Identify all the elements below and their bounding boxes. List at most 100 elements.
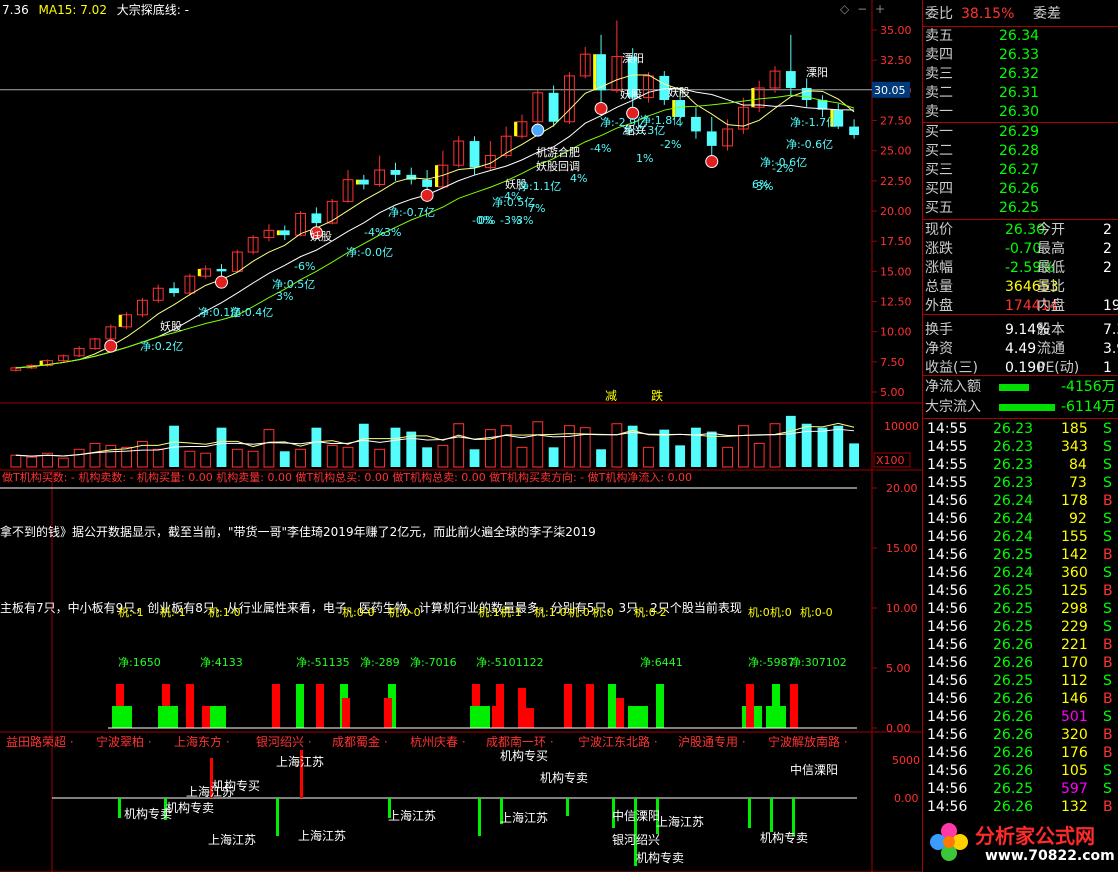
candle-body	[422, 179, 432, 187]
tick-direction: B	[1103, 493, 1113, 509]
price-annotation: -4%	[500, 190, 521, 203]
yellow-marker	[514, 121, 518, 137]
bottom-tick-label: 0.00	[894, 792, 919, 805]
tick-volume: 343	[1061, 439, 1088, 455]
sell-label: 卖三	[925, 66, 953, 82]
chart-canvas[interactable]: 35.0032.5030.0027.5025.0022.5020.0017.50…	[0, 0, 922, 872]
tick-row: 14:56 26.25 298 S	[923, 600, 1118, 619]
stat-value-2: 2	[1103, 260, 1112, 276]
bottom-bar	[276, 798, 279, 836]
sell-price: 26.34	[999, 28, 1040, 44]
plus-icon[interactable]: +	[875, 2, 885, 16]
jigou-label: 机:0-0	[342, 605, 375, 619]
tick-price: 26.26	[993, 727, 1034, 743]
volume-bar	[295, 448, 306, 468]
price-annotation: -3%	[380, 226, 401, 239]
price-annotation: -4%	[590, 142, 611, 155]
price-tick-label: 35.00	[880, 24, 912, 37]
price-annotation: 净:0.5亿	[272, 277, 315, 291]
minus-icon[interactable]: −	[857, 2, 867, 16]
indicator-bar	[158, 706, 178, 728]
signal-dot	[594, 101, 608, 115]
yellow-marker	[118, 314, 122, 327]
volume-bar	[216, 427, 227, 467]
panel-divider	[923, 375, 1118, 376]
tick-volume: 501	[1061, 709, 1088, 725]
stat-label: 涨幅	[925, 260, 953, 276]
net-label: 净:-5987	[748, 655, 795, 669]
jigou-label: 机:0	[770, 605, 792, 619]
volume-bar	[484, 429, 496, 468]
tick-row: 14:56 26.24 360 S	[923, 564, 1118, 583]
indicator-bar	[112, 706, 132, 728]
chart-controls: ◇ − +	[840, 2, 885, 16]
price-annotation: 妖股	[620, 87, 642, 101]
stat-row: 涨跌 -0.70 最高 2	[923, 240, 1118, 259]
volume-bar	[200, 452, 212, 468]
price-annotation: 净:0.2亿	[140, 339, 183, 353]
volume-bar	[152, 448, 164, 468]
price-tick-label: 15.00	[880, 265, 912, 278]
bottom-tick-label: 5000	[892, 754, 920, 767]
diamond-icon[interactable]: ◇	[840, 2, 849, 16]
volume-bar	[326, 444, 338, 468]
tick-row: 14:56 26.25 142 B	[923, 546, 1118, 565]
volume-bar	[817, 427, 828, 467]
tick-time: 14:56	[927, 763, 968, 779]
tick-price: 26.24	[993, 565, 1034, 581]
bottom-annotation: 上海江苏	[500, 810, 548, 825]
price-annotation: 绍兴	[624, 123, 646, 137]
volume-bar	[231, 448, 243, 468]
price-annotation: -2%	[772, 162, 793, 175]
volume-bar	[753, 442, 765, 468]
flow-label: 净流入额	[925, 379, 981, 395]
volume-bar	[26, 456, 38, 468]
price-annotation: 妖股回调	[536, 159, 580, 173]
tick-price: 26.24	[993, 511, 1034, 527]
yellow-marker	[593, 54, 597, 91]
indicator-label: 大宗探底线: -	[116, 3, 189, 17]
flow-value: -6114万	[1061, 399, 1116, 415]
price-annotation: 溧阳	[806, 65, 828, 79]
tick-volume: 125	[1061, 583, 1088, 599]
volume-bar	[849, 443, 859, 467]
stat-value: -0.70	[1005, 241, 1042, 257]
price-tick-label: 17.50	[880, 235, 912, 248]
watermark-url: www.70822.com	[985, 848, 1115, 864]
tick-row: 14:56 26.24 155 S	[923, 528, 1118, 547]
buy-label: 买一	[925, 124, 953, 140]
flow-label: 大宗流入	[925, 399, 981, 415]
webi-value: 38.15%	[961, 6, 1015, 22]
stat-label-2: 股本	[1037, 322, 1065, 338]
tick-direction: S	[1103, 457, 1112, 473]
tick-direction: S	[1103, 619, 1112, 635]
candle-body	[849, 126, 859, 136]
tick-row: 14:56 26.26 170 B	[923, 654, 1118, 673]
stat-row: 涨幅 -2.59% 最低 2	[923, 259, 1118, 278]
sell-level: 卖四 26.33	[923, 46, 1118, 65]
tick-row: 14:56 26.26 146 B	[923, 690, 1118, 709]
sell-label: 卖二	[925, 85, 953, 101]
signal-dot	[705, 155, 719, 169]
price-annotation: 4%	[570, 172, 587, 185]
volume-unit-label: X100	[876, 454, 905, 467]
price-annotation: -6%	[294, 260, 315, 273]
volume-bar	[500, 425, 512, 468]
indicator-tick-label: 0.00	[886, 722, 911, 735]
tick-direction: S	[1103, 439, 1112, 455]
bottom-annotation: 中信溧阳	[790, 762, 838, 777]
sales-dept-label: 益田路荣超 ·	[6, 734, 74, 749]
price-annotation: 溧阳	[622, 51, 644, 65]
webi-row: 委比 38.15% 委差	[923, 5, 1118, 24]
bottom-bar	[118, 798, 121, 818]
jigou-label: 机:0	[748, 605, 770, 619]
price-annotation: 净:-0.0亿	[346, 245, 393, 259]
indicator-bar	[186, 684, 194, 728]
tick-direction: B	[1103, 637, 1113, 653]
buy-level: 买一 26.29	[923, 123, 1118, 142]
tick-volume: 155	[1061, 529, 1088, 545]
stat-label: 现价	[925, 222, 953, 238]
jigou-label: 机:0-0	[388, 605, 421, 619]
flow-bar	[999, 384, 1029, 391]
buy-level: 买五 26.25	[923, 199, 1118, 218]
